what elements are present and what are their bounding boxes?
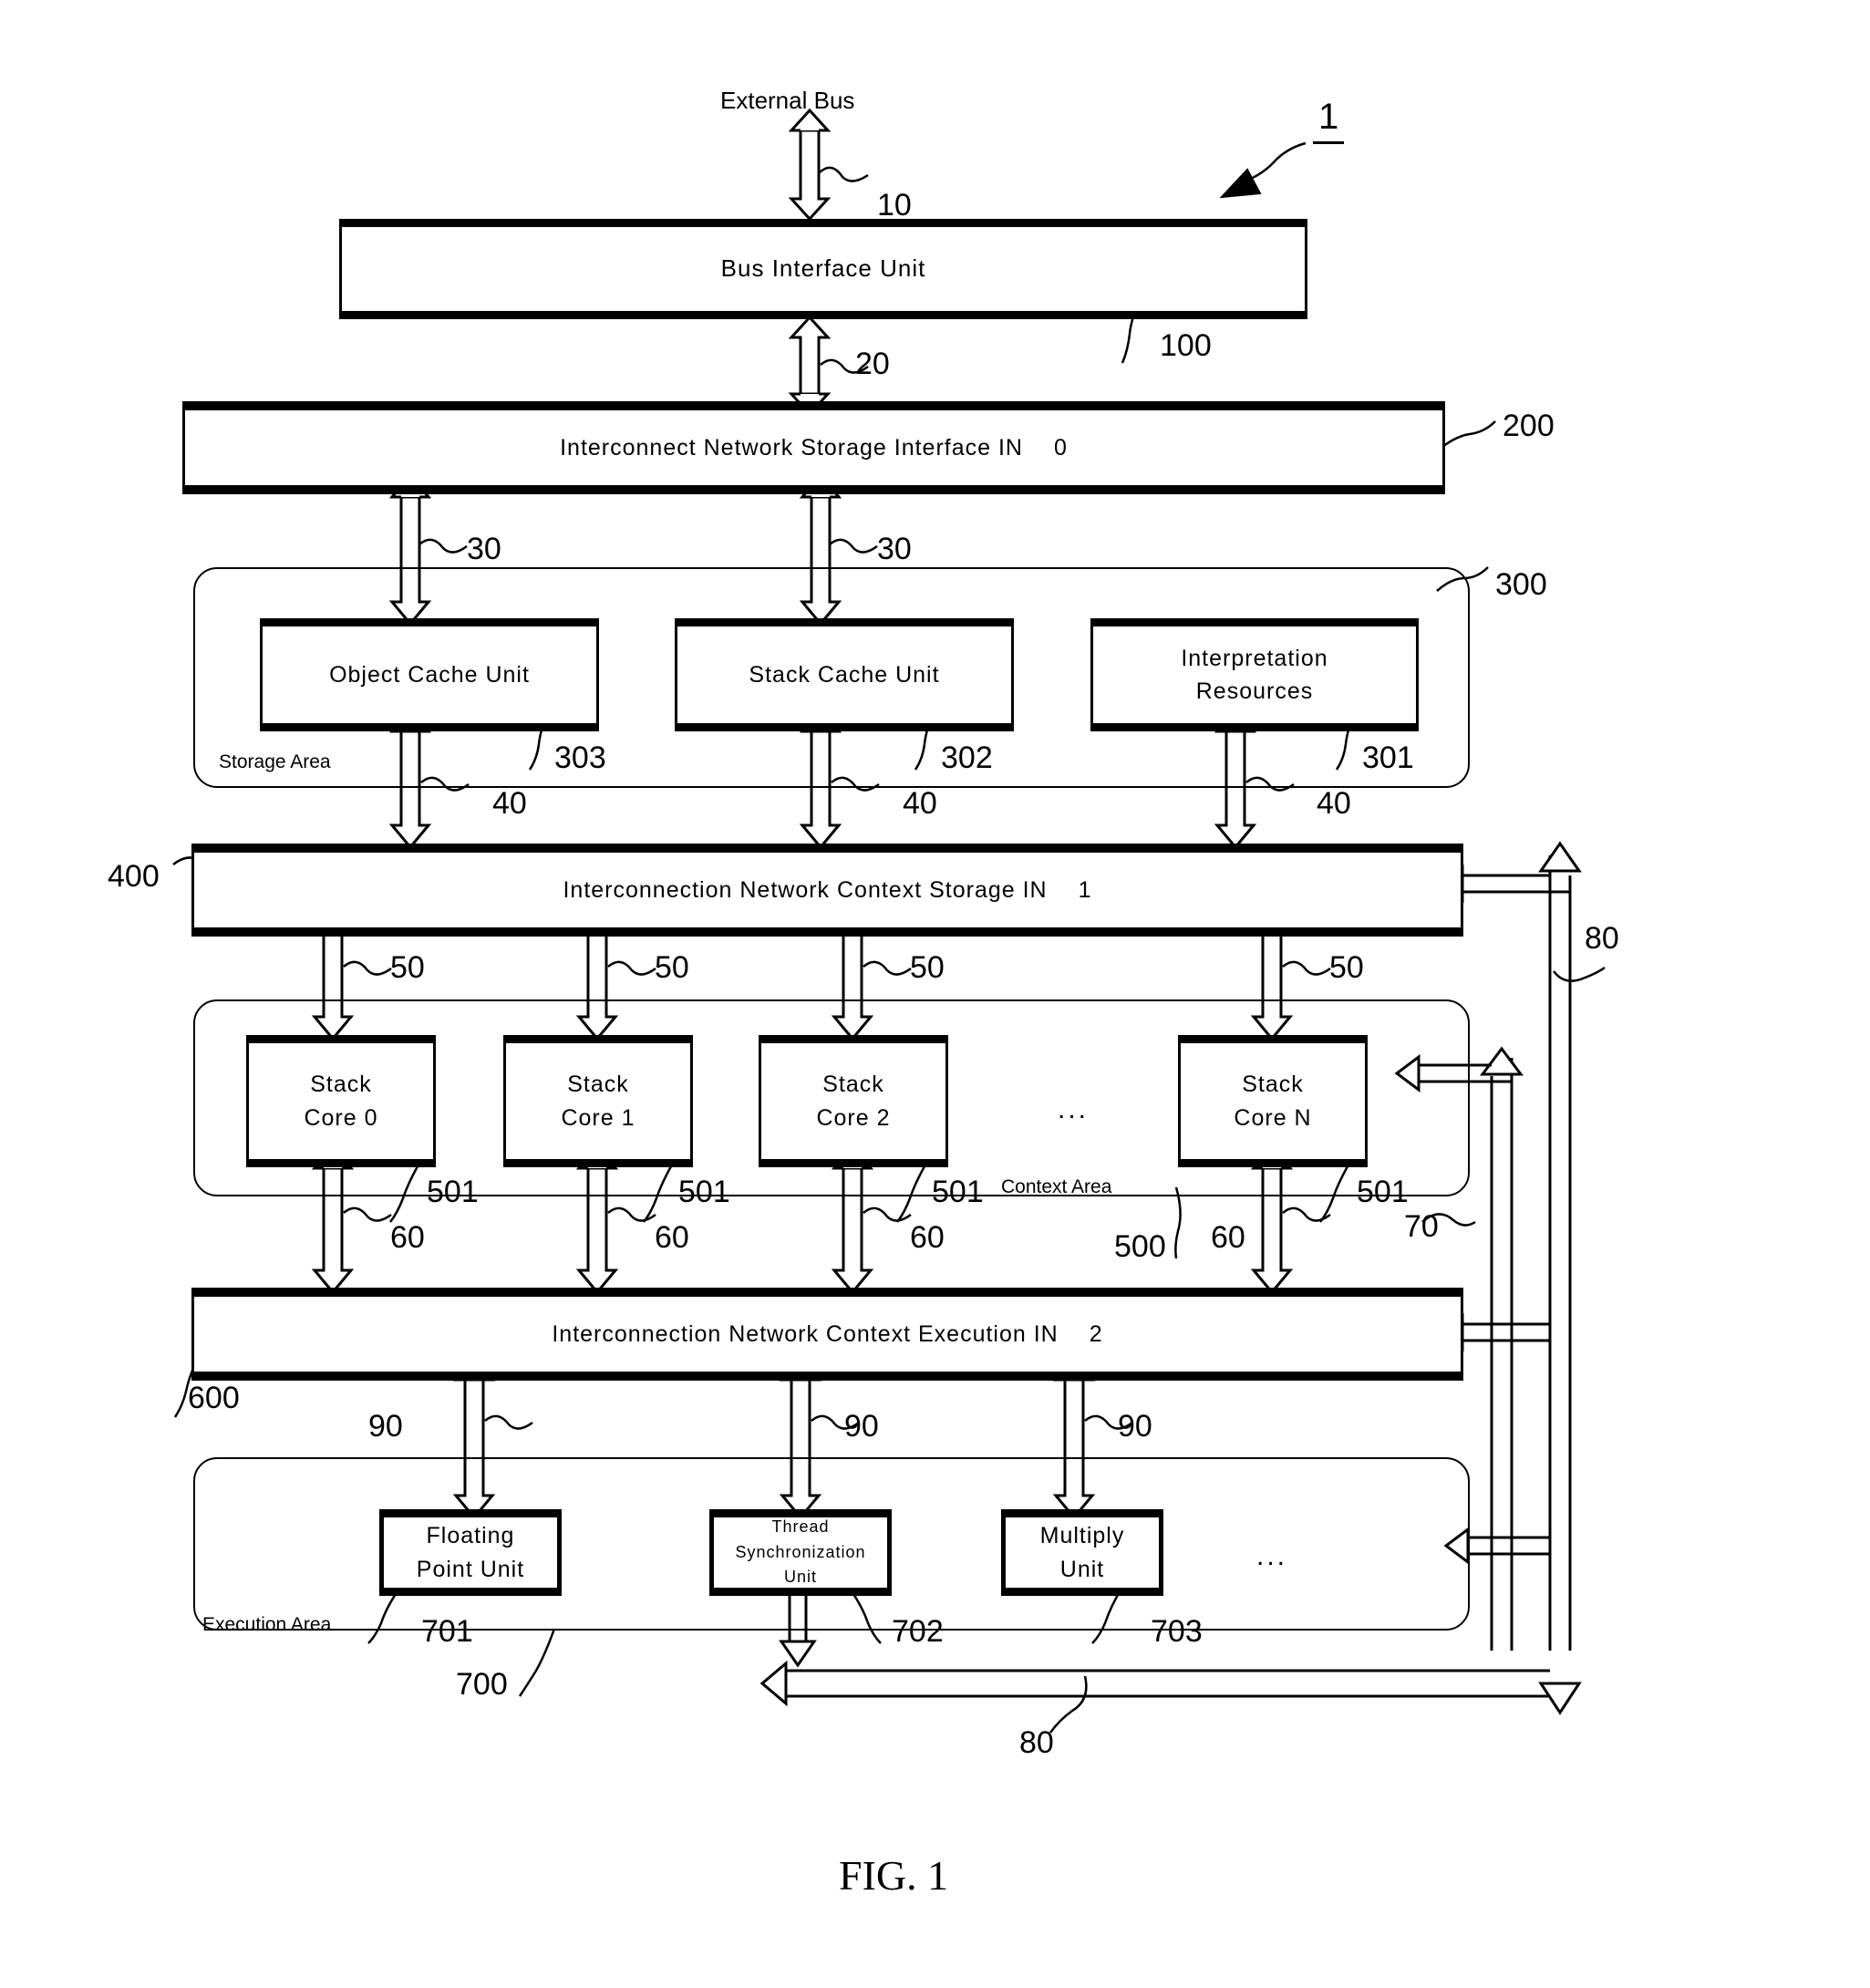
multiply-unit-line2: Unit bbox=[1059, 1556, 1105, 1582]
execution-area-label: Execution Area bbox=[202, 1614, 332, 1635]
interconnect-network-storage-interface[interactable]: Interconnect Network Storage Interface I… bbox=[182, 401, 1445, 494]
execution-units-ellipsis: ... bbox=[1256, 1541, 1288, 1571]
ref-302: 302 bbox=[941, 740, 993, 775]
context-storage-index: 1 bbox=[1078, 876, 1092, 903]
ref-60-a: 60 bbox=[390, 1220, 425, 1255]
stack-core-0-label: Stack Core 0 bbox=[304, 1068, 377, 1134]
stack-core-0-line2: Core 0 bbox=[304, 1104, 378, 1131]
interpretation-resources-line1: Interpretation bbox=[1181, 645, 1328, 671]
multiply-unit[interactable]: Multiply Unit bbox=[1001, 1509, 1163, 1596]
ref-303: 303 bbox=[554, 740, 606, 775]
ref-80-right: 80 bbox=[1585, 921, 1619, 956]
storage-interface-index: 0 bbox=[1054, 434, 1068, 461]
ref-501-a: 501 bbox=[427, 1175, 479, 1209]
external-bus-label: External Bus bbox=[720, 87, 855, 114]
thread-sync-line2: Synchronization bbox=[735, 1542, 866, 1561]
multiply-unit-line1: Multiply bbox=[1039, 1523, 1125, 1549]
ref-90-b: 90 bbox=[844, 1409, 879, 1444]
storage-interface-label: Interconnect Network Storage Interface I… bbox=[560, 434, 1023, 461]
storage-area-label: Storage Area bbox=[219, 751, 331, 772]
ref-50-d: 50 bbox=[1329, 950, 1364, 985]
ref-301: 301 bbox=[1362, 740, 1414, 775]
stack-core-2-line2: Core 2 bbox=[816, 1104, 891, 1131]
ref-40-c: 40 bbox=[1317, 786, 1351, 821]
interconnection-network-context-storage[interactable]: Interconnection Network Context Storage … bbox=[191, 844, 1463, 937]
stack-core-n[interactable]: Stack Core N bbox=[1178, 1035, 1368, 1167]
ref-702: 702 bbox=[892, 1614, 944, 1649]
ref-60-d: 60 bbox=[1211, 1220, 1245, 1255]
ref-30-a: 30 bbox=[467, 532, 501, 566]
stack-cache-unit[interactable]: Stack Cache Unit bbox=[675, 618, 1014, 731]
ref-400: 400 bbox=[108, 859, 160, 894]
stack-core-0[interactable]: Stack Core 0 bbox=[246, 1035, 436, 1167]
ref-50-b: 50 bbox=[655, 950, 689, 985]
stack-cores-ellipsis: ... bbox=[1058, 1094, 1090, 1124]
stack-cache-unit-label: Stack Cache Unit bbox=[749, 661, 940, 688]
ref-80-bottom: 80 bbox=[1019, 1725, 1054, 1760]
system-reference-1: 1 bbox=[1313, 97, 1345, 144]
multiply-unit-label: Multiply Unit bbox=[1040, 1519, 1125, 1586]
ref-30-b: 30 bbox=[877, 532, 912, 566]
stack-core-n-line1: Stack bbox=[1242, 1072, 1304, 1098]
interconnection-network-context-execution[interactable]: Interconnection Network Context Executio… bbox=[191, 1288, 1463, 1381]
ref-60-c: 60 bbox=[910, 1220, 945, 1255]
interpretation-resources-label: Interpretation Resources bbox=[1181, 642, 1328, 709]
floating-point-unit-line1: Floating bbox=[426, 1523, 515, 1549]
ref-703: 703 bbox=[1151, 1614, 1203, 1649]
ref-600: 600 bbox=[188, 1381, 240, 1415]
ref-40-b: 40 bbox=[903, 786, 937, 821]
ref-90-a: 90 bbox=[368, 1409, 403, 1444]
ref-40-a: 40 bbox=[492, 786, 527, 821]
stack-core-n-line2: Core N bbox=[1234, 1104, 1312, 1131]
ref-100: 100 bbox=[1160, 328, 1212, 363]
patent-figure-1: .ln { stroke:#000; stroke-width:3; fill:… bbox=[0, 0, 1870, 1988]
stack-core-2-label: Stack Core 2 bbox=[816, 1068, 890, 1134]
context-execution-index: 2 bbox=[1089, 1320, 1103, 1347]
ref-20: 20 bbox=[855, 347, 890, 381]
stack-core-n-label: Stack Core N bbox=[1234, 1068, 1311, 1134]
object-cache-unit-label: Object Cache Unit bbox=[329, 661, 530, 688]
ref-50-a: 50 bbox=[390, 950, 425, 985]
ref-500: 500 bbox=[1114, 1229, 1166, 1264]
ref-200: 200 bbox=[1503, 409, 1555, 443]
context-area-label: Context Area bbox=[1001, 1176, 1112, 1197]
stack-core-2-line1: Stack bbox=[822, 1072, 884, 1098]
stack-core-1-label: Stack Core 1 bbox=[561, 1068, 635, 1134]
thread-sync-line3: Unit bbox=[783, 1568, 817, 1587]
ref-501-d: 501 bbox=[1357, 1175, 1409, 1209]
floating-point-unit[interactable]: Floating Point Unit bbox=[379, 1509, 562, 1596]
ref-50-c: 50 bbox=[910, 950, 945, 985]
ref-300: 300 bbox=[1495, 567, 1547, 602]
object-cache-unit[interactable]: Object Cache Unit bbox=[260, 618, 599, 731]
ref-60-b: 60 bbox=[655, 1220, 689, 1255]
stack-core-1-line2: Core 1 bbox=[561, 1104, 635, 1131]
thread-synchronization-unit-label: Thread Synchronization Unit bbox=[735, 1515, 865, 1591]
thread-sync-line1: Thread bbox=[771, 1517, 830, 1536]
context-execution-label: Interconnection Network Context Executio… bbox=[552, 1320, 1059, 1347]
stack-core-1[interactable]: Stack Core 1 bbox=[503, 1035, 693, 1167]
thread-synchronization-unit[interactable]: Thread Synchronization Unit bbox=[709, 1509, 892, 1596]
interpretation-resources-unit[interactable]: Interpretation Resources bbox=[1090, 618, 1419, 731]
floating-point-unit-line2: Point Unit bbox=[416, 1556, 525, 1582]
ref-70: 70 bbox=[1404, 1209, 1439, 1244]
floating-point-unit-label: Floating Point Unit bbox=[417, 1519, 524, 1586]
interpretation-resources-line2: Resources bbox=[1195, 678, 1314, 704]
stack-core-1-line1: Stack bbox=[567, 1072, 629, 1098]
figure-caption: FIG. 1 bbox=[839, 1852, 949, 1899]
bus-interface-unit[interactable]: Bus Interface Unit bbox=[339, 219, 1307, 319]
stack-core-0-line1: Stack bbox=[310, 1072, 372, 1098]
ref-701: 701 bbox=[421, 1614, 473, 1649]
ref-501-b: 501 bbox=[678, 1175, 730, 1209]
ref-501-c: 501 bbox=[932, 1175, 984, 1209]
stack-core-2[interactable]: Stack Core 2 bbox=[759, 1035, 948, 1167]
ref-700: 700 bbox=[456, 1667, 508, 1702]
bus-interface-unit-label: Bus Interface Unit bbox=[720, 254, 926, 283]
ref-90-c: 90 bbox=[1118, 1409, 1152, 1444]
context-storage-label: Interconnection Network Context Storage … bbox=[563, 876, 1048, 903]
